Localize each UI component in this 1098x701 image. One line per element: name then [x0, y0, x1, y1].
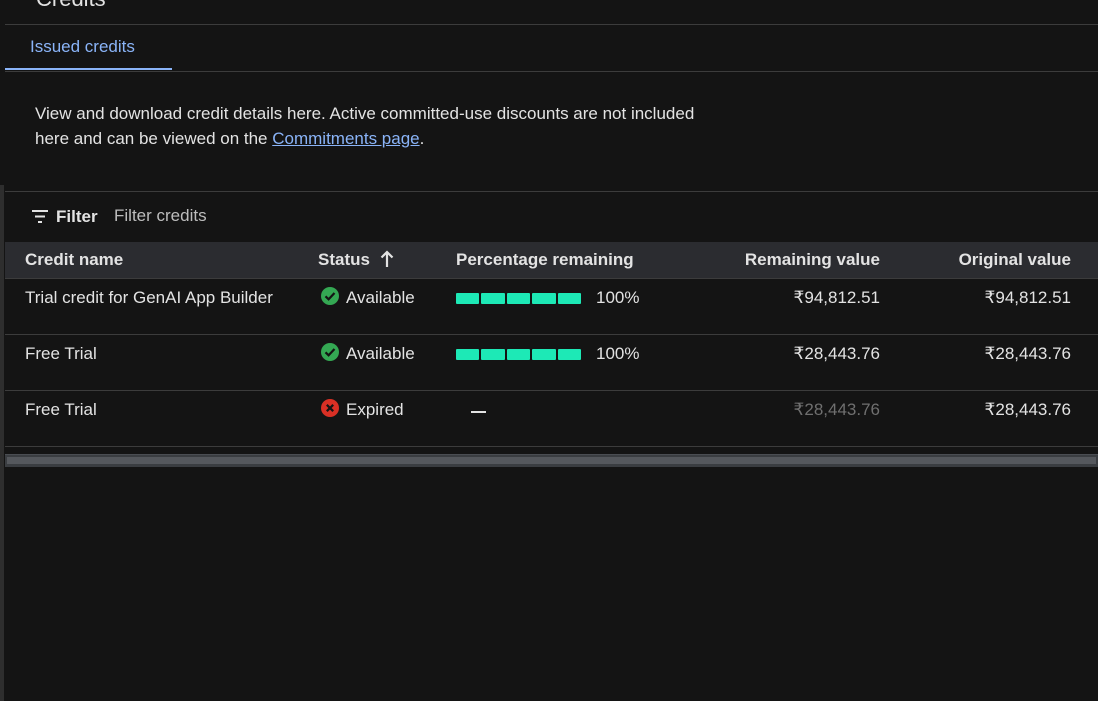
remaining-value: ₹28,443.76: [793, 344, 880, 363]
status-text: Available: [346, 288, 415, 307]
bar-segment: [557, 293, 582, 304]
column-header-status[interactable]: Status: [318, 250, 394, 270]
table-header: Credit name Status Percentage remaining …: [5, 242, 1098, 279]
status-text: Available: [346, 344, 415, 363]
bar-segment: [532, 349, 556, 360]
bar-segment: [456, 293, 480, 304]
check-circle-icon: [321, 343, 339, 361]
column-header-original-value[interactable]: Original value: [959, 250, 1071, 270]
bar-segment: [481, 293, 505, 304]
tab-issued-credits-label: Issued credits: [30, 37, 135, 56]
column-header-credit-name[interactable]: Credit name: [25, 250, 123, 270]
bar-segment: [557, 349, 582, 360]
percentage-empty-dash: [471, 411, 486, 413]
tab-issued-credits[interactable]: Issued credits: [5, 25, 172, 70]
description-period: .: [419, 129, 425, 148]
percentage-text: 100%: [596, 344, 640, 363]
remaining-value: ₹94,812.51: [793, 288, 880, 307]
filter-label[interactable]: Filter: [56, 207, 98, 227]
page-header: Credits: [5, 0, 1098, 25]
table-row[interactable]: Free Trial Available 100% ₹28,443.76 ₹28…: [5, 335, 1098, 391]
filter-bar: Filter: [5, 192, 1098, 242]
original-value: ₹28,443.76: [984, 344, 1071, 363]
column-header-remaining-value[interactable]: Remaining value: [745, 250, 880, 270]
credits-description: View and download credit details here. A…: [35, 101, 695, 151]
left-edge-rule: [0, 185, 4, 701]
bar-segment: [506, 293, 531, 304]
bar-segment: [456, 349, 480, 360]
page-title: Credits: [36, 0, 106, 12]
status-text: Expired: [346, 400, 404, 419]
remaining-value: ₹28,443.76: [793, 400, 880, 419]
percentage-bar: [456, 293, 582, 304]
arrow-up-icon[interactable]: [380, 250, 394, 268]
table-row[interactable]: Free Trial Expired ₹28,443.76 ₹28,443.76: [5, 391, 1098, 447]
tab-bar: Issued credits: [5, 25, 1098, 72]
credit-name: Free Trial: [25, 344, 97, 363]
error-circle-icon: [321, 399, 339, 417]
column-header-percentage-remaining[interactable]: Percentage remaining: [456, 250, 634, 270]
credit-name: Free Trial: [25, 400, 97, 419]
bar-segment: [532, 293, 556, 304]
horizontal-scrollbar[interactable]: [5, 454, 1098, 467]
percentage-text: 100%: [596, 288, 640, 307]
credit-name: Trial credit for GenAI App Builder: [25, 288, 273, 307]
check-circle-icon: [321, 287, 339, 305]
scrollbar-thumb[interactable]: [7, 457, 1096, 464]
column-header-status-label: Status: [318, 250, 370, 269]
filter-list-icon[interactable]: [32, 210, 48, 223]
filter-credits-input[interactable]: [110, 202, 518, 230]
bar-segment: [506, 349, 531, 360]
original-value: ₹28,443.76: [984, 400, 1071, 419]
commitments-page-link[interactable]: Commitments page: [272, 129, 419, 148]
table-row[interactable]: Trial credit for GenAI App Builder Avail…: [5, 279, 1098, 335]
original-value: ₹94,812.51: [984, 288, 1071, 307]
credits-table: Credit name Status Percentage remaining …: [5, 242, 1098, 447]
bar-segment: [481, 349, 505, 360]
percentage-bar: [456, 349, 582, 360]
